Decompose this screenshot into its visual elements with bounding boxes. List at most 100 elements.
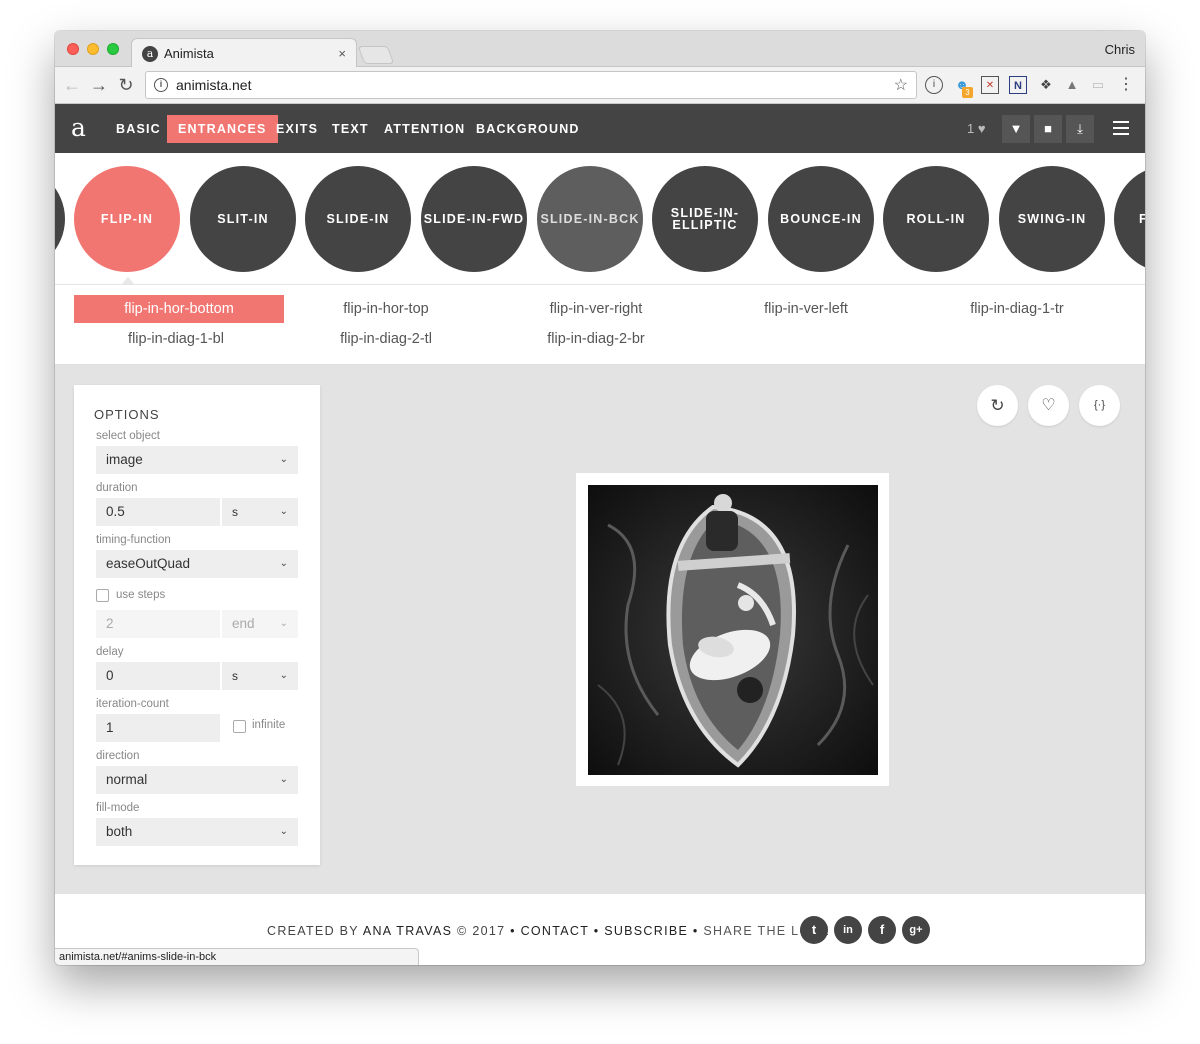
animation-circle-flip-in[interactable]: FLIP-IN — [74, 166, 180, 272]
use-steps-checkbox[interactable] — [96, 589, 109, 602]
variant-flip-in-diag-1-tr[interactable]: flip-in-diag-1-tr — [912, 295, 1122, 323]
reload-icon[interactable]: ↻ — [115, 73, 137, 97]
chevron-down-icon: ⌄ — [279, 558, 288, 569]
delay-label: delay — [96, 646, 124, 658]
chevron-down-icon: ⌄ — [279, 670, 288, 681]
cast-extension-icon[interactable]: ▭ — [1089, 76, 1107, 94]
heart-icon[interactable]: ♡ — [1028, 385, 1069, 426]
variant-flip-in-ver-right[interactable]: flip-in-ver-right — [491, 295, 701, 323]
animation-circle-slit-in[interactable]: SLIT-IN — [190, 166, 296, 272]
delay-unit-dropdown[interactable]: s ⌄ — [222, 662, 298, 690]
nav-attention[interactable]: ATTENTION — [373, 115, 476, 143]
nav-entrances[interactable]: ENTRANCES — [167, 115, 278, 143]
site-info-icon[interactable]: i — [154, 78, 168, 92]
tab-close-icon[interactable]: × — [338, 46, 346, 61]
animation-circle-slide-in[interactable]: SLIDE-IN — [305, 166, 411, 272]
animation-circle-previous[interactable] — [55, 166, 65, 272]
variant-flip-in-diag-1-bl[interactable]: flip-in-diag-1-bl — [71, 325, 281, 353]
favorites-count-number: 1 — [967, 121, 975, 136]
animation-circles-row: FLIP-IN SLIT-IN SLIDE-IN SLIDE-IN-FWD SL… — [55, 153, 1145, 285]
infinite-checkbox[interactable] — [233, 720, 246, 733]
site-logo[interactable]: a — [71, 113, 86, 142]
paw-extension-icon[interactable]: ❖ — [1037, 76, 1055, 94]
variant-flip-in-hor-top[interactable]: flip-in-hor-top — [281, 295, 491, 323]
tab-title: Animista — [164, 46, 214, 61]
nav-background[interactable]: BACKGROUND — [465, 115, 591, 143]
options-heading: OPTIONS — [94, 407, 160, 422]
filter-icon[interactable]: ▼ — [1002, 115, 1030, 143]
footer-separator: • — [510, 924, 516, 938]
trash-icon[interactable]: ■ — [1034, 115, 1062, 143]
menu-hamburger-icon[interactable] — [1113, 121, 1129, 135]
delay-input[interactable]: 0 — [96, 662, 220, 690]
google-plus-icon[interactable]: g+ — [902, 916, 930, 944]
animation-circle-slide-in-elliptic[interactable]: SLIDE-IN- ELLIPTIC — [652, 166, 758, 272]
footer-separator: • — [593, 924, 600, 938]
nav-text[interactable]: TEXT — [321, 115, 380, 143]
animation-circle-swing-in[interactable]: SWING-IN — [999, 166, 1105, 272]
back-arrow-icon[interactable]: ← — [61, 73, 83, 97]
twitter-icon[interactable]: t — [800, 916, 828, 944]
linkedin-icon[interactable]: in — [834, 916, 862, 944]
triangle-extension-icon[interactable]: ▲ — [1063, 76, 1081, 94]
chevron-down-icon: ⌄ — [279, 454, 288, 465]
nimbus-extension-icon[interactable]: N — [1009, 76, 1027, 94]
timing-function-value: easeOutQuad — [106, 556, 191, 571]
chevron-down-icon: ⌄ — [279, 618, 288, 629]
animation-circle-slide-in-bck[interactable]: SLIDE-IN-BCK — [537, 166, 643, 272]
footer-created-by: CREATED BY — [267, 924, 359, 938]
profile-name[interactable]: Chris — [1105, 42, 1135, 57]
nav-exits[interactable]: EXITS — [265, 115, 329, 143]
browser-toolbar: ← → ↻ i animista.net ☆ i ☻ 3 ✕ N ❖ ▲ ▭ ⋮ — [55, 67, 1145, 104]
variant-flip-in-ver-left[interactable]: flip-in-ver-left — [701, 295, 911, 323]
favorites-heart-icon: ♥ — [977, 121, 986, 136]
footer-credits: CREATED BY ANA TRAVAS © 2017 • CONTACT •… — [267, 924, 830, 938]
browser-tab[interactable]: a Animista × — [131, 38, 357, 68]
steps-input[interactable]: 2 — [96, 610, 220, 638]
browser-menu-icon[interactable]: ⋮ — [1117, 76, 1135, 94]
replay-icon[interactable]: ↻ — [977, 385, 1018, 426]
duration-unit-value: s — [232, 505, 238, 519]
fill-mode-dropdown[interactable]: both ⌄ — [96, 818, 298, 846]
zoom-window-button[interactable] — [107, 43, 119, 55]
variant-flip-in-diag-2-br[interactable]: flip-in-diag-2-br — [491, 325, 701, 353]
onepassword-extension-icon[interactable]: i — [925, 76, 943, 94]
animation-circle-roll-in[interactable]: ROLL-IN — [883, 166, 989, 272]
footer-author-link[interactable]: ANA TRAVAS — [363, 924, 452, 938]
download-icon[interactable]: ⤓ — [1066, 115, 1094, 143]
facebook-icon[interactable]: f — [868, 916, 896, 944]
duration-unit-dropdown[interactable]: s ⌄ — [222, 498, 298, 526]
preview-image-frame — [576, 473, 889, 786]
active-circle-pointer — [121, 277, 135, 284]
select-object-dropdown[interactable]: image ⌄ — [96, 446, 298, 474]
iteration-count-input[interactable]: 1 — [96, 714, 220, 742]
footer-subscribe-link[interactable]: SUBSCRIBE — [604, 924, 688, 938]
duration-input[interactable]: 0.5 — [96, 498, 220, 526]
direction-dropdown[interactable]: normal ⌄ — [96, 766, 298, 794]
delay-unit-value: s — [232, 669, 238, 683]
minimize-window-button[interactable] — [87, 43, 99, 55]
animation-circle-bounce-in[interactable]: BOUNCE-IN — [768, 166, 874, 272]
bookmark-star-icon[interactable]: ☆ — [894, 75, 908, 95]
footer-contact-link[interactable]: CONTACT — [521, 924, 589, 938]
animation-circle-next[interactable]: F — [1114, 166, 1145, 272]
timing-function-dropdown[interactable]: easeOutQuad ⌄ — [96, 550, 298, 578]
screenshot-extension-icon[interactable]: ✕ — [981, 76, 999, 94]
generate-code-button[interactable]: {·} — [1079, 385, 1120, 426]
variant-flip-in-hor-bottom[interactable]: flip-in-hor-bottom — [74, 295, 284, 323]
favorites-count[interactable]: 1 ♥ — [967, 121, 986, 136]
nav-basic[interactable]: BASIC — [105, 115, 172, 143]
favicon-icon: a — [142, 45, 158, 62]
new-tab-button[interactable] — [357, 46, 395, 64]
steps-position-value: end — [232, 616, 255, 631]
close-window-button[interactable] — [67, 43, 79, 55]
animation-circle-slide-in-fwd[interactable]: SLIDE-IN-FWD — [421, 166, 527, 272]
steps-position-dropdown[interactable]: end ⌄ — [222, 610, 298, 638]
address-bar[interactable]: i animista.net ☆ — [145, 71, 917, 99]
address-url[interactable]: animista.net — [176, 77, 894, 93]
variant-flip-in-diag-2-tl[interactable]: flip-in-diag-2-tl — [281, 325, 491, 353]
infinite-label: infinite — [252, 719, 286, 731]
forward-arrow-icon[interactable]: → — [88, 73, 110, 97]
animation-variants: flip-in-hor-bottom flip-in-hor-top flip-… — [55, 285, 1145, 365]
direction-value: normal — [106, 772, 148, 787]
